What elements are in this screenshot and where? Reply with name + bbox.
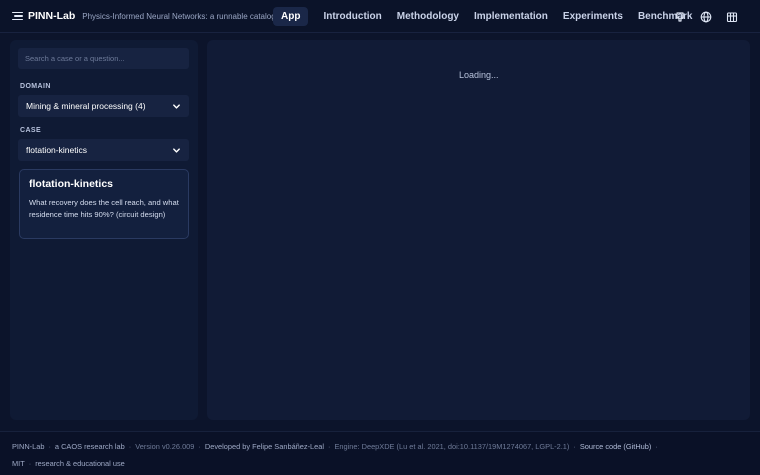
github-icon[interactable] [674,11,686,23]
case-select-value: flotation-kinetics [26,145,87,155]
domain-select[interactable]: Mining & mineral processing (4) [18,95,189,117]
footer-developer: Developed by Felipe Sanbáñez-Leal [204,442,325,451]
search-input[interactable] [18,48,189,69]
chevron-down-icon [173,103,180,109]
case-card-description: What recovery does the cell reach, and w… [29,198,179,219]
footer-license: MIT [12,459,25,468]
bank-icon[interactable] [726,11,738,23]
nav-methodology[interactable]: Methodology [397,11,459,22]
domain-select-value: Mining & mineral processing (4) [26,101,146,111]
footer-app-name: PINN-Lab [12,442,45,451]
footer-line-2: MIT · research & educational use [12,459,125,468]
case-info-card: flotation-kinetics What recovery does th… [19,169,189,239]
footer: PINN-Lab · a CAOS research lab · Version v0.… [0,431,760,475]
case-card-title: flotation-kinetics [29,178,114,190]
header-icons [674,0,738,33]
waves-icon [12,11,23,21]
globe-icon[interactable] [700,11,712,23]
nav-experiments[interactable]: Experiments [563,11,623,22]
nav-introduction[interactable]: Introduction [323,11,381,22]
footer-line-1: PINN-Lab · a CAOS research lab · Version v0.… [12,442,658,451]
nav-app[interactable]: App [273,7,309,26]
case-label: CASE [20,127,42,134]
chevron-down-icon [173,147,180,153]
brand-tagline: Physics-Informed Neural Networks: a runn… [82,11,285,21]
brand-name[interactable]: PINN-Lab [28,10,75,22]
main-nav: App Introduction Methodology Implementat… [273,0,707,33]
footer-license-note: research & educational use [35,459,125,468]
domain-label: DOMAIN [20,83,51,90]
case-select[interactable]: flotation-kinetics [18,139,189,161]
footer-lab: a CAOS research lab [54,442,125,451]
footer-source-link[interactable]: Source code (GitHub) [580,442,651,451]
top-navigation-bar: PINN-Lab Physics-Informed Neural Network… [0,0,760,33]
sidebar: DOMAIN Mining & mineral processing (4) C… [10,40,198,420]
footer-version: Version v0.26.009 [135,442,195,451]
main-panel: Loading... [207,40,750,420]
footer-engine: Engine: DeepXDE (Lu et al. 2021, doi:10.… [334,442,570,451]
brand[interactable]: PINN-Lab Physics-Informed Neural Network… [12,0,285,33]
nav-implementation[interactable]: Implementation [474,11,548,22]
loading-status: Loading... [459,70,499,80]
